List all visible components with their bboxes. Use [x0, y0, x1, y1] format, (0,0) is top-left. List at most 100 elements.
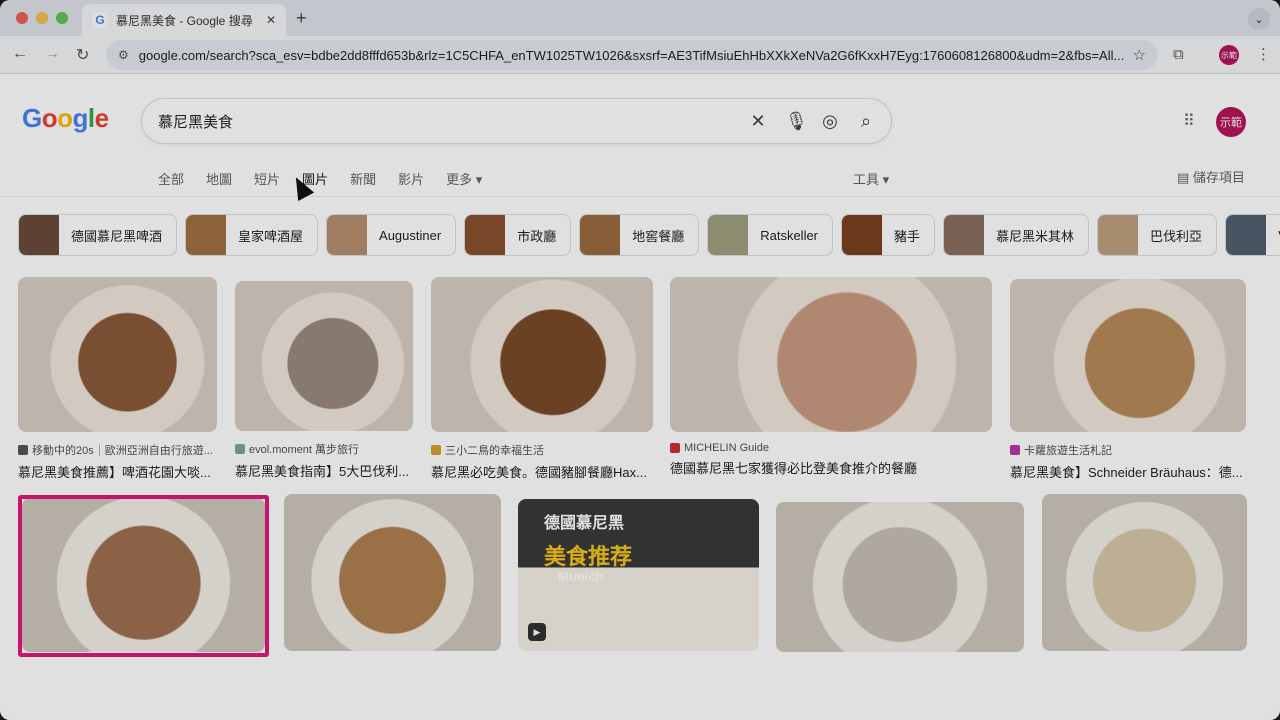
result-title[interactable]: 慕尼黑美食指南】5大巴伐利... [235, 461, 413, 480]
site-favicon-icon [431, 445, 441, 455]
clear-icon[interactable]: ✕ [749, 111, 767, 132]
saved-items-label: 儲存項目 [1192, 170, 1245, 185]
result-title[interactable]: 慕尼黑美食推薦】啤酒花園大啖... [18, 462, 217, 481]
saved-items-button[interactable]: ▤ 儲存項目 [1177, 167, 1245, 186]
forward-icon[interactable]: → [44, 45, 60, 63]
search-box[interactable]: 慕尼黑美食 ✕ 🎙 ◎ ⌕ [141, 98, 892, 144]
title-bar: G 慕尼黑美食 - Google 搜尋 ✕ + ⌄ [0, 0, 1280, 36]
result-source-text: 卡蘿旅遊生活札記 [1024, 445, 1112, 457]
result-title[interactable]: 慕尼黑必吃美食。德國豬腳餐廳Hax... [431, 462, 653, 481]
microphone-icon[interactable]: 🎙 [785, 111, 808, 132]
lens-icon[interactable]: ◎ [821, 111, 839, 132]
tab-close-icon[interactable]: ✕ [266, 13, 276, 27]
selection-highlight [18, 495, 269, 657]
browser-tab[interactable]: G 慕尼黑美食 - Google 搜尋 ✕ [82, 4, 286, 36]
result-source[interactable]: 三小二鳥的幸福生活 [431, 442, 653, 458]
image-result[interactable]: 德國慕尼黑 美食推荐 Munich ▶ [518, 499, 759, 651]
result-image[interactable] [284, 494, 501, 651]
address-bar[interactable]: ⚙ google.com/search?sca_esv=bdbe2dd8fffd… [106, 40, 1158, 70]
result-source[interactable]: 移動中的20s｜歐洲亞洲自由行旅遊... [18, 442, 217, 458]
result-image[interactable] [1010, 279, 1246, 432]
google-page: Google 慕尼黑美食 ✕ 🎙 ◎ ⌕ ⠿ 示範 全部 地圖 短片 圖片 新聞 影片 更多… [0, 75, 1280, 720]
site-favicon-icon [670, 443, 680, 453]
site-favicon-icon [235, 444, 245, 454]
result-source[interactable]: MICHELIN Guide [670, 442, 992, 454]
reload-icon[interactable]: ↻ [76, 45, 89, 65]
tab-search-icon[interactable]: ⌄ [1248, 8, 1270, 30]
chip[interactable]: 豬手 [841, 214, 936, 256]
extensions-icon[interactable]: ⧉ [1173, 46, 1184, 63]
chip-thumbnail [944, 215, 985, 255]
chip-thumbnail [465, 215, 506, 255]
chip[interactable]: Vinze [1225, 214, 1280, 256]
browser-menu-icon[interactable]: ⋮ [1256, 45, 1271, 63]
chip[interactable]: 德國慕尼黑啤酒 [18, 214, 178, 256]
image-result[interactable]: MICHELIN Guide 德國慕尼黑七家獲得必比登美食推介的餐廳 [670, 277, 992, 477]
result-title[interactable]: 慕尼黑美食】Schneider Bräuhaus：德... [1010, 462, 1246, 481]
result-source-text: evol.moment 萬步旅行 [249, 444, 360, 456]
chip[interactable]: 皇家啤酒屋 [185, 214, 319, 256]
image-result[interactable]: evol.moment 萬步旅行慕尼黑美食指南】5大巴伐利... [235, 281, 413, 480]
chip-thumbnail [1098, 215, 1139, 255]
tab-0[interactable]: 全部 [158, 169, 184, 188]
image-result[interactable]: 移動中的20s｜歐洲亞洲自由行旅遊... 慕尼黑美食推薦】啤酒花園大啖... [18, 277, 217, 481]
result-source[interactable]: evol.moment 萬步旅行 [235, 441, 413, 457]
chip-thumbnail [19, 215, 59, 255]
chip[interactable]: Ratskeller [707, 214, 834, 256]
chip[interactable]: 市政廳 [464, 214, 572, 256]
play-icon: ▶ [528, 623, 546, 641]
browser-toolbar: ← → ↻ ⚙ google.com/search?sca_esv=bdbe2d… [0, 36, 1280, 74]
tab-5[interactable]: 影片 [398, 169, 424, 188]
tools-button[interactable]: 工具 ▾ [853, 169, 889, 188]
browser-profile-avatar[interactable]: 示範 [1219, 45, 1239, 65]
chip[interactable]: 巴伐利亞 [1097, 214, 1218, 256]
chip-thumbnail [842, 215, 883, 255]
site-favicon-icon [1010, 445, 1020, 455]
suggestion-chips: 德國慕尼黑啤酒 皇家啤酒屋 Augustiner 市政廳 地窖餐廳 Ratskeller 豬… [18, 214, 1280, 256]
chip-thumbnail [186, 215, 227, 255]
result-title[interactable]: 德國慕尼黑七家獲得必比登美食推介的餐廳 [670, 458, 992, 477]
google-profile-avatar[interactable]: 示範 [1216, 107, 1246, 137]
image-result[interactable]: 卡蘿旅遊生活札記慕尼黑美食】Schneider Bräuhaus：德... [1010, 279, 1246, 481]
image-result[interactable] [1042, 494, 1247, 651]
minimize-window-button[interactable] [36, 12, 48, 24]
result-source[interactable]: 卡蘿旅遊生活札記 [1010, 442, 1246, 458]
chip-thumbnail [1226, 215, 1267, 255]
google-favicon-icon: G [92, 12, 108, 28]
close-window-button[interactable] [16, 12, 28, 24]
result-image[interactable] [1042, 494, 1247, 651]
search-icon[interactable]: ⌕ [857, 111, 875, 132]
chip[interactable]: Augustiner [326, 214, 457, 256]
chip[interactable]: 地窖餐廳 [579, 214, 700, 256]
result-image[interactable] [670, 277, 992, 432]
result-source-text: MICHELIN Guide [684, 442, 769, 454]
search-nav-tabs: 全部 地圖 短片 圖片 新聞 影片 更多 ▾ [158, 169, 482, 188]
chip-label: 德國慕尼黑啤酒 [71, 228, 163, 244]
tab-4[interactable]: 新聞 [350, 169, 376, 188]
new-tab-icon[interactable]: + [296, 8, 307, 29]
site-info-icon[interactable]: ⚙ [118, 48, 129, 62]
chip-label: Ratskeller [760, 227, 819, 243]
result-image[interactable]: 德國慕尼黑 美食推荐 Munich ▶ [518, 499, 759, 651]
chip-label: 慕尼黑米其林 [996, 228, 1075, 244]
chip-thumbnail [580, 215, 621, 255]
image-result[interactable] [284, 494, 501, 651]
result-image[interactable] [776, 502, 1024, 652]
bookmark-star-icon[interactable]: ☆ [1133, 46, 1146, 64]
back-icon[interactable]: ← [12, 45, 28, 63]
image-result[interactable]: 三小二鳥的幸福生活 慕尼黑必吃美食。德國豬腳餐廳Hax... [431, 277, 653, 481]
result-image[interactable] [431, 277, 653, 432]
search-input[interactable]: 慕尼黑美食 [158, 111, 731, 132]
result-image[interactable] [18, 277, 217, 432]
google-logo[interactable]: Google [22, 103, 109, 134]
browser-window: G 慕尼黑美食 - Google 搜尋 ✕ + ⌄ ← → ↻ ⚙ google… [0, 0, 1280, 720]
chip[interactable]: 慕尼黑米其林 [943, 214, 1090, 256]
apps-grid-icon[interactable]: ⠿ [1183, 111, 1195, 131]
maximize-window-button[interactable] [56, 12, 68, 24]
result-image[interactable] [235, 281, 413, 431]
tab-6[interactable]: 更多 ▾ [446, 169, 482, 188]
image-result[interactable] [776, 502, 1024, 652]
tab-1[interactable]: 地圖 [206, 169, 232, 188]
tab-2[interactable]: 短片 [254, 169, 280, 188]
tab-title: 慕尼黑美食 - Google 搜尋 [116, 13, 253, 28]
